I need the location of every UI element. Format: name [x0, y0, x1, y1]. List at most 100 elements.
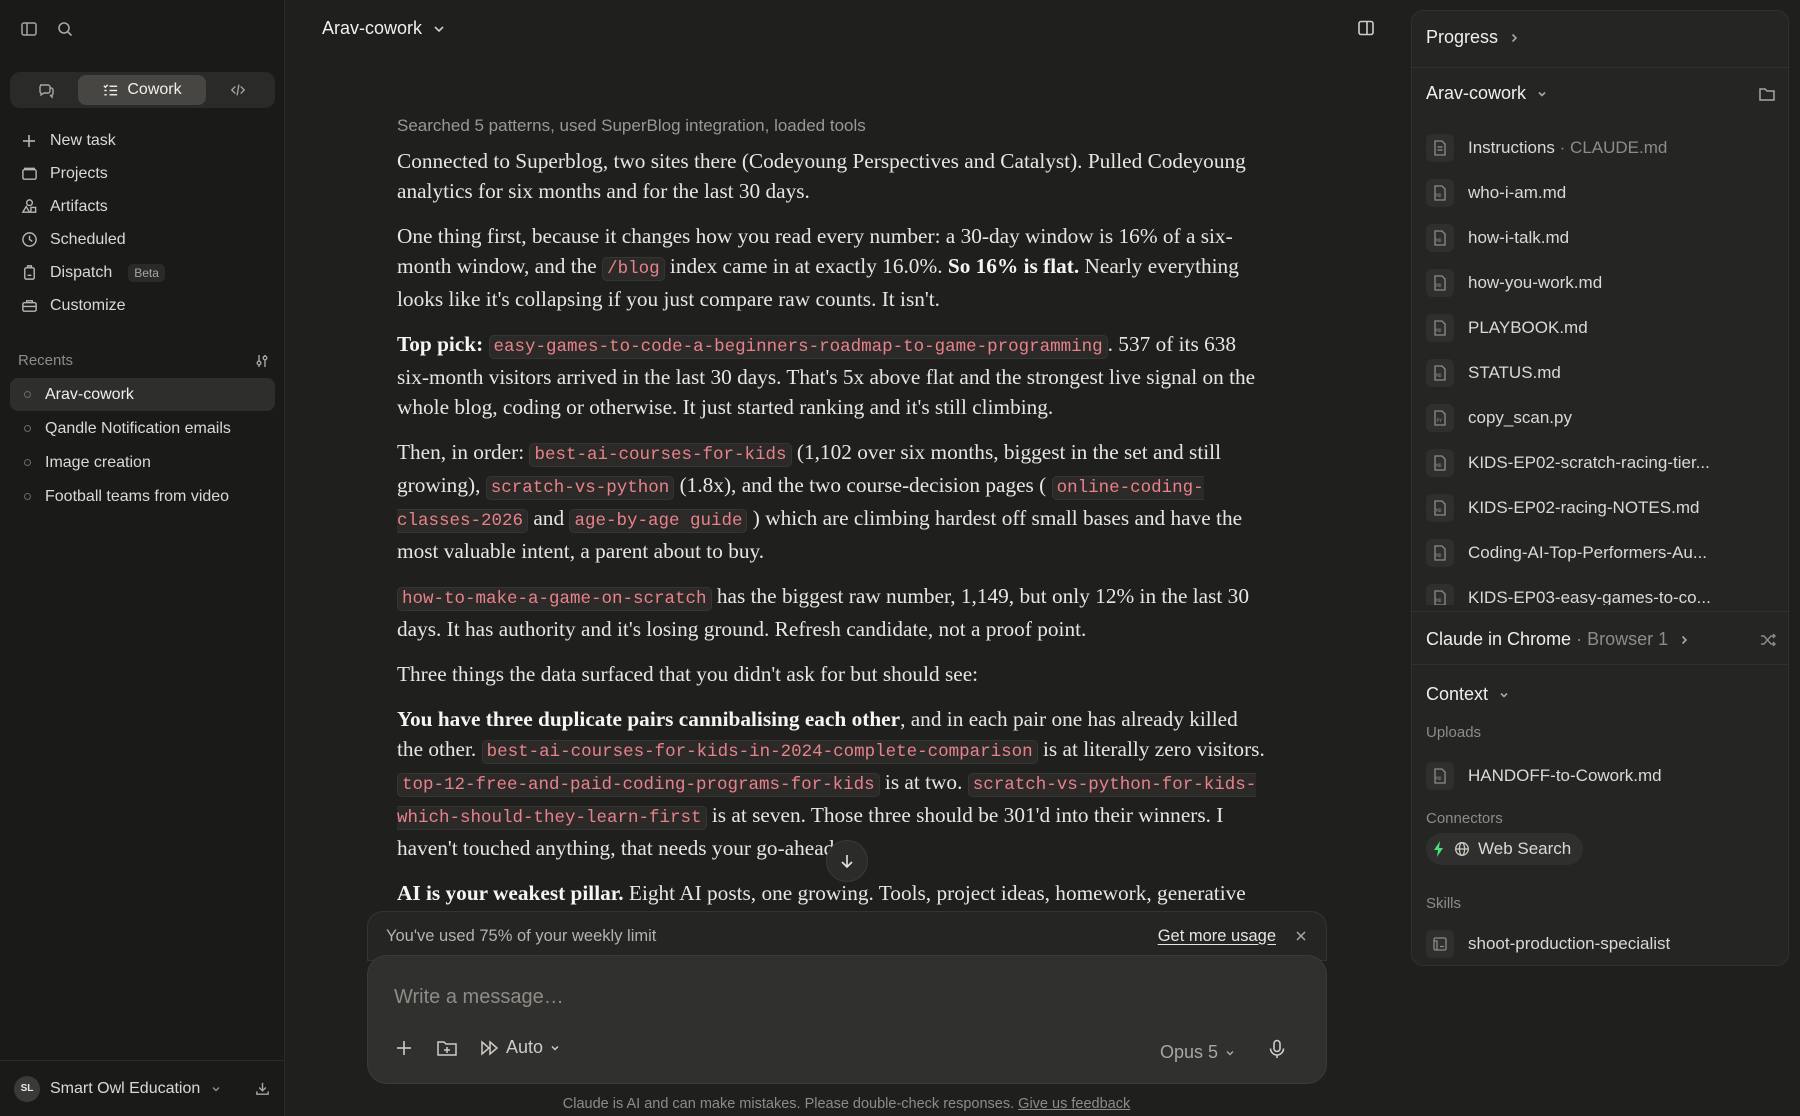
sidebar-item-scheduled[interactable]: Scheduled	[10, 223, 275, 256]
file-item[interactable]: MD how-i-talk.md	[1426, 215, 1778, 260]
sidebar-item-label: Customize	[50, 296, 126, 314]
chrome-subtitle: · Browser 1	[1571, 629, 1669, 649]
filter-sliders-icon[interactable]	[254, 353, 270, 369]
microphone-icon[interactable]	[1266, 1038, 1288, 1060]
sidebar-nav: New task Projects Artifacts Scheduled Di…	[10, 124, 275, 322]
sidebar-item-artifacts[interactable]: Artifacts	[10, 190, 275, 223]
file-item[interactable]: MD KIDS-EP02-racing-NOTES.md	[1426, 485, 1778, 530]
model-selector[interactable]: Opus 5	[1160, 1042, 1236, 1063]
file-item[interactable]: MD KIDS-EP03-easy-games-to-co...	[1426, 575, 1778, 605]
recents-label: Recents	[18, 352, 74, 369]
chrome-title: Claude in Chrome · Browser 1	[1426, 629, 1668, 650]
inline-code: best-ai-courses-for-kids	[529, 443, 792, 467]
file-item[interactable]: MD who-i-am.md	[1426, 170, 1778, 215]
file-item[interactable]: MD Coding-AI-Top-Performers-Au...	[1426, 530, 1778, 575]
feedback-link[interactable]: Give us feedback	[1018, 1096, 1130, 1112]
status-dot-icon	[24, 459, 31, 466]
file-name: STATUS.md	[1468, 362, 1561, 382]
context-section-header[interactable]: Context	[1426, 684, 1510, 705]
inline-code: easy-games-to-code-a-beginners-roadmap-t…	[488, 335, 1108, 359]
mode-label: Auto	[506, 1037, 544, 1057]
sidebar-item-customize[interactable]: Customize	[10, 289, 275, 322]
skill-name: shoot-production-specialist	[1468, 933, 1671, 953]
file-name: KIDS-EP02-scratch-racing-tier...	[1468, 452, 1710, 472]
skill-item[interactable]: shoot-production-specialist	[1426, 921, 1671, 965]
svg-text:MD: MD	[1436, 328, 1442, 334]
text-run: (1.8x), and the two course-decision page…	[674, 473, 1052, 497]
markdown-file-icon: MD	[1426, 358, 1454, 387]
panel-toggle-icon[interactable]	[1356, 18, 1376, 38]
file-name: PLAYBOOK.md	[1468, 317, 1588, 337]
sidebar-item-dispatch[interactable]: Dispatch Beta	[10, 256, 275, 289]
connectors-label: Connectors	[1426, 810, 1503, 827]
recent-item[interactable]: Qandle Notification emails	[10, 412, 275, 445]
message-input[interactable]	[394, 982, 1294, 1012]
connector-chip-web-search[interactable]: Web Search	[1426, 833, 1584, 865]
scroll-to-bottom-button[interactable]	[826, 840, 868, 882]
file-name: how-i-talk.md	[1468, 227, 1570, 247]
arrow-down-icon	[841, 855, 853, 869]
file-item[interactable]: MD KIDS-EP02-scratch-racing-tier...	[1426, 440, 1778, 485]
shuffle-icon[interactable]	[1760, 633, 1776, 647]
sidebar-item-projects[interactable]: Projects	[10, 157, 275, 190]
recent-item[interactable]: Football teams from video	[10, 480, 275, 513]
bold-text: AI is your weakest pillar.	[397, 881, 624, 905]
sidebar-item-label: Projects	[50, 164, 108, 182]
message-paragraph: You have three duplicate pairs cannibali…	[397, 704, 1267, 863]
inline-code: /blog	[602, 257, 665, 281]
download-icon[interactable]	[254, 1080, 271, 1097]
folder-icon[interactable]	[1758, 85, 1776, 103]
org-name[interactable]: Smart Owl Education	[50, 1080, 200, 1098]
file-item[interactable]: MD STATUS.md	[1426, 350, 1778, 395]
svg-text:MD: MD	[1436, 508, 1442, 514]
sidebar-item-label: Dispatch	[50, 263, 113, 281]
close-icon[interactable]	[1294, 929, 1308, 943]
cowork-mode-label: Cowork	[127, 81, 182, 98]
sidebar-item-label: New task	[50, 131, 116, 149]
chrome-section-header[interactable]: Claude in Chrome · Browser 1	[1426, 629, 1776, 650]
mode-switch: Cowork	[10, 72, 275, 108]
context-label: Context	[1426, 684, 1489, 704]
get-more-usage-link[interactable]: Get more usage	[1158, 927, 1276, 946]
cowork-mode-tab[interactable]: Cowork	[78, 75, 206, 105]
recent-item-label: Arav-cowork	[45, 385, 134, 403]
sidebar-item-new-task[interactable]: New task	[10, 124, 275, 157]
folder-section-header[interactable]: Arav-cowork	[1426, 83, 1776, 104]
skill-icon	[1426, 929, 1454, 958]
file-item[interactable]: MD PLAYBOOK.md	[1426, 305, 1778, 350]
file-name: KIDS-EP03-easy-games-to-co...	[1468, 587, 1711, 606]
recent-item[interactable]: Arav-cowork	[10, 378, 275, 411]
file-item[interactable]: MD how-you-work.md	[1426, 260, 1778, 305]
chat-bubbles-icon	[39, 84, 54, 99]
usage-text: You've used 75% of your weekly limit	[386, 926, 657, 945]
mode-selector[interactable]: Auto	[480, 1037, 561, 1058]
search-icon[interactable]	[54, 18, 76, 40]
file-item[interactable]: PY copy_scan.py	[1426, 395, 1778, 440]
chat-mode-tab[interactable]	[14, 75, 78, 105]
globe-icon	[1454, 841, 1470, 857]
inline-code: scratch-vs-python	[485, 476, 675, 500]
code-mode-tab[interactable]	[206, 75, 270, 105]
file-item[interactable]: Instructions · CLAUDE.md	[1426, 125, 1778, 170]
file-name: Instructions · CLAUDE.md	[1468, 138, 1667, 158]
chevron-down-icon[interactable]	[210, 1083, 222, 1095]
artifacts-icon	[20, 198, 38, 216]
bolt-icon	[1432, 840, 1446, 858]
add-attachment-button[interactable]	[394, 1038, 414, 1058]
side-panel: Progress Arav-cowork Instructions · CLAU…	[1411, 10, 1789, 966]
svg-text:MD: MD	[1436, 193, 1442, 199]
message-paragraph: Top pick: easy-games-to-code-a-beginners…	[397, 329, 1267, 422]
composer: Auto Opus 5	[367, 955, 1327, 1084]
sidebar-toggle-icon[interactable]	[18, 18, 40, 40]
inline-code: top-12-free-and-paid-coding-programs-for…	[397, 773, 880, 797]
conversation-title-dropdown[interactable]: Arav-cowork	[322, 18, 446, 39]
upload-file-item[interactable]: MD HANDOFF-to-Cowork.md	[1426, 753, 1662, 798]
svg-text:MD: MD	[1436, 238, 1442, 244]
sidebar: Cowork New task Projects Artifacts Sched…	[0, 0, 285, 1116]
progress-section-header[interactable]: Progress	[1426, 27, 1520, 48]
add-folder-button[interactable]	[436, 1038, 458, 1058]
markdown-file-icon: MD	[1426, 448, 1454, 477]
tool-summary[interactable]: Searched 5 patterns, used SuperBlog inte…	[397, 116, 1267, 136]
recent-item[interactable]: Image creation	[10, 446, 275, 479]
connector-label: Web Search	[1478, 839, 1572, 858]
